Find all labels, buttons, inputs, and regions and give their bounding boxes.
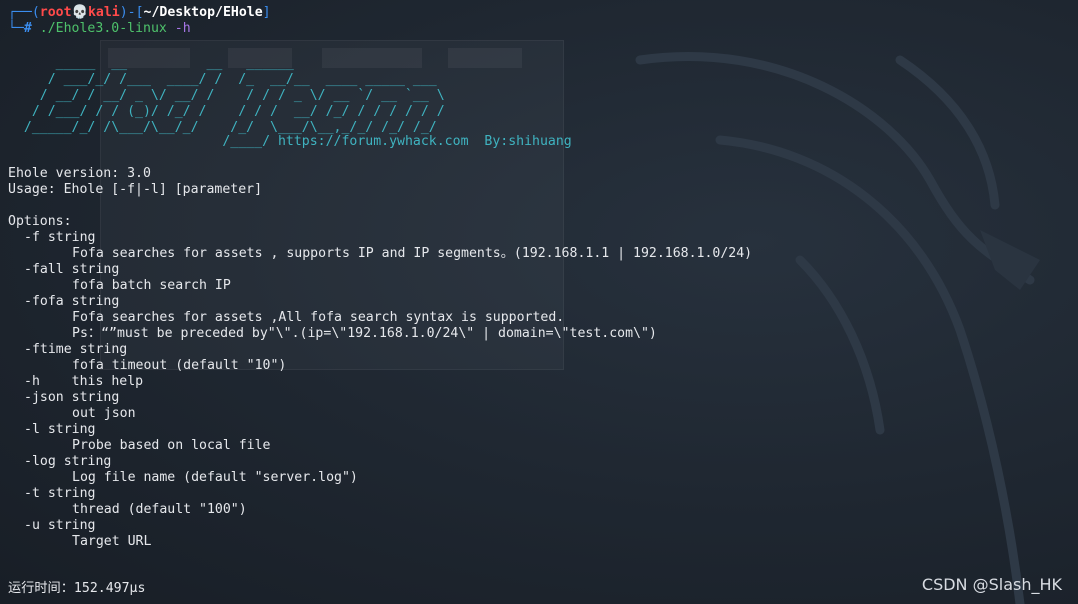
- option-desc: Log file name (default "server.log"): [72, 470, 358, 485]
- runtime-text: 运行时间：152.497µs: [8, 581, 146, 596]
- prompt-prefix-2: └─: [8, 21, 24, 36]
- banner-art-line: / ___/_/ /___ ____/ / /_ __/__ ____ ____…: [8, 72, 437, 87]
- prompt-user: root: [39, 5, 72, 20]
- banner-art-line: / __/ / __/ _ \/ __/ / / / / _ \/ __ `/ …: [8, 88, 445, 103]
- options-header: Options:: [8, 214, 72, 229]
- option-flag: -log string: [24, 454, 112, 469]
- option-flag: -l string: [24, 422, 96, 437]
- option-desc: Target URL: [72, 534, 152, 549]
- usage-text: Usage: Ehole [-f|-l] [parameter]: [8, 182, 263, 197]
- option-desc: fofa batch search IP: [72, 278, 231, 293]
- option-desc: out json: [72, 406, 136, 421]
- prompt-line-1: ┌──(root💀kali)-[~/Desktop/EHole]: [8, 5, 271, 21]
- banner-author: By:shihuang: [484, 134, 572, 149]
- background-tab: [448, 48, 522, 68]
- option-desc: Ps：“”must be preceded by"\".(ip=\"192.16…: [72, 326, 657, 341]
- option-flag: -json string: [24, 390, 120, 405]
- prompt-end: ]: [262, 5, 271, 20]
- terminal-window[interactable]: ┌──(root💀kali)-[~/Desktop/EHole] └─# ./E…: [0, 0, 1078, 604]
- command-flag: -h: [174, 21, 191, 36]
- background-tab: [322, 48, 422, 68]
- version-text: Ehole version: 3.0: [8, 166, 151, 181]
- option-flag: -h this help: [24, 374, 144, 389]
- banner-footer-prefix: /____/: [8, 134, 278, 149]
- skull-icon: 💀: [71, 5, 88, 20]
- option-flag: -fall string: [24, 262, 120, 277]
- banner-url: https://forum.ywhack.com: [277, 134, 469, 149]
- option-flag: -u string: [24, 518, 96, 533]
- prompt-path: ~/Desktop/EHole: [143, 5, 263, 20]
- option-desc: Fofa searches for assets , supports IP a…: [72, 246, 753, 261]
- option-flag: -ftime string: [24, 342, 128, 357]
- option-desc: fofa timeout (default "10"): [72, 358, 287, 373]
- option-desc: Probe based on local file: [72, 438, 271, 453]
- prompt-host: kali: [87, 5, 120, 20]
- banner-art-line: _____ __ __ ______: [8, 56, 294, 71]
- banner-footer: /____/ https://forum.ywhack.com By:shihu…: [8, 134, 572, 150]
- prompt-prefix: ┌──(: [8, 5, 40, 20]
- banner-art-line: / /___/ / / (_)/ /_/ / / / / __/ /_/ / /…: [8, 104, 445, 119]
- option-desc: Fofa searches for assets ,All fofa searc…: [72, 310, 565, 325]
- option-desc: thread (default "100"): [72, 502, 247, 517]
- option-flag: -t string: [24, 486, 96, 501]
- prompt-mid: )-[: [119, 5, 144, 20]
- prompt-line-2: └─# ./Ehole3.0-linux -h: [8, 21, 191, 37]
- kali-dragon-wallpaper-icon: [635, 52, 1040, 604]
- option-flag: -f string: [24, 230, 96, 245]
- prompt-hash: #: [23, 21, 32, 36]
- csdn-watermark: CSDN @Slash_HK: [921, 575, 1062, 594]
- command-text: ./Ehole3.0-linux: [39, 21, 167, 36]
- option-flag: -fofa string: [24, 294, 120, 309]
